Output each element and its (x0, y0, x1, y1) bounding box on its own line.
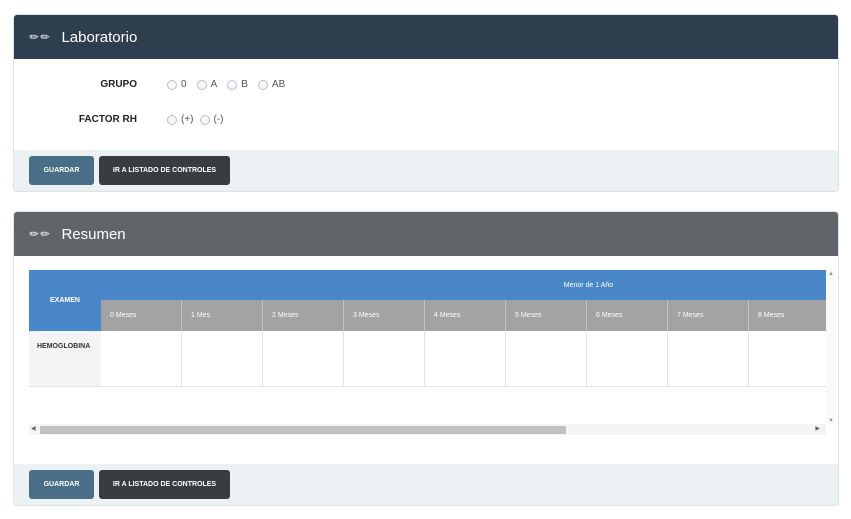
resumen-header: ✎ ✎ Resumen (14, 212, 838, 256)
month-header: 8 Meses (749, 300, 826, 331)
table-cell[interactable] (749, 331, 826, 387)
month-header: 6 Meses (587, 300, 668, 331)
laboratorio-header: ✎ ✎ Laboratorio (14, 15, 838, 59)
table-cell[interactable] (668, 331, 749, 387)
radio-button[interactable] (199, 114, 210, 125)
table-cell[interactable] (182, 331, 263, 387)
factor-rh-row: FACTOR RH (+) (-) (14, 114, 234, 125)
factor-rh-option-negative[interactable]: (-) (199, 114, 224, 125)
go-to-controls-list-button[interactable]: IR A LISTADO DE CONTROLES (99, 156, 230, 185)
table-cell[interactable] (101, 331, 182, 387)
radio-button[interactable] (227, 79, 238, 90)
table-cell[interactable] (263, 331, 344, 387)
radio-button[interactable] (167, 114, 177, 125)
laboratorio-footer: GUARDAR IR A LISTADO DE CONTROLES (14, 150, 838, 191)
factor-rh-option-positive[interactable]: (+) (167, 114, 194, 125)
vertical-scrollbar[interactable]: ▲ ▼ (826, 270, 836, 425)
laboratorio-title: Laboratorio (61, 28, 138, 46)
month-header: 4 Meses (425, 300, 506, 331)
save-button[interactable]: GUARDAR (29, 470, 94, 499)
scroll-left-icon[interactable]: ◀ (31, 425, 36, 432)
pin-icon: ✎ ✎ (27, 30, 53, 45)
radio-button[interactable] (257, 79, 268, 90)
scroll-right-icon[interactable]: ▶ (815, 425, 820, 432)
factor-rh-radio-group: (+) (-) (167, 114, 234, 125)
save-button[interactable]: GUARDAR (29, 156, 94, 185)
resumen-panel: ✎ ✎ Resumen EXAMEN Menor de 1 Año 0 Meses… (13, 211, 839, 506)
scroll-down-icon[interactable]: ▼ (828, 418, 834, 424)
table-cell[interactable] (425, 331, 506, 387)
pin-icon: ✎ ✎ (27, 227, 53, 242)
grupo-option-ab[interactable]: AB (257, 79, 285, 90)
grupo-label: GRUPO (100, 79, 137, 90)
grupo-radio-group: 0 A B AB (167, 79, 295, 90)
examen-column-header: EXAMEN (29, 270, 101, 331)
month-header: 1 Mes (182, 300, 263, 331)
scrollbar-thumb[interactable] (40, 426, 566, 434)
grupo-option-a[interactable]: A (196, 79, 217, 90)
grupo-row: GRUPO 0 A B AB (14, 79, 295, 90)
month-header: 0 Meses (101, 300, 182, 331)
resumen-title: Resumen (61, 225, 126, 243)
radio-button[interactable] (196, 79, 207, 90)
table-cell[interactable] (587, 331, 668, 387)
month-header: 5 Meses (506, 300, 587, 331)
factor-rh-label: FACTOR RH (78, 114, 137, 125)
month-header: 3 Meses (344, 300, 425, 331)
table-cell[interactable] (344, 331, 425, 387)
grupo-option-b[interactable]: B (227, 79, 248, 90)
laboratorio-panel: ✎✎ Laboratorio GRUPO 0 A B AB FACTOR RH (13, 14, 839, 192)
month-header: 7 Meses (668, 300, 749, 331)
summary-table: EXAMEN Menor de 1 Año 0 Meses 1 Mes 2 Me… (29, 270, 826, 426)
row-label-hemoglobina: HEMOGLOBINA (29, 331, 101, 387)
scroll-up-icon[interactable]: ▲ (828, 271, 834, 277)
resumen-footer: GUARDAR IR A LISTADO DE CONTROLES (14, 464, 838, 505)
month-header: 2 Meses (263, 300, 344, 331)
go-to-controls-list-button[interactable]: IR A LISTADO DE CONTROLES (99, 470, 230, 499)
table-cell[interactable] (506, 331, 587, 387)
radio-button[interactable] (167, 79, 177, 90)
age-group-header: Menor de 1 Año (101, 270, 826, 300)
grupo-option-0[interactable]: 0 (167, 79, 187, 90)
horizontal-scrollbar[interactable]: ◀ ▶ (29, 424, 826, 435)
